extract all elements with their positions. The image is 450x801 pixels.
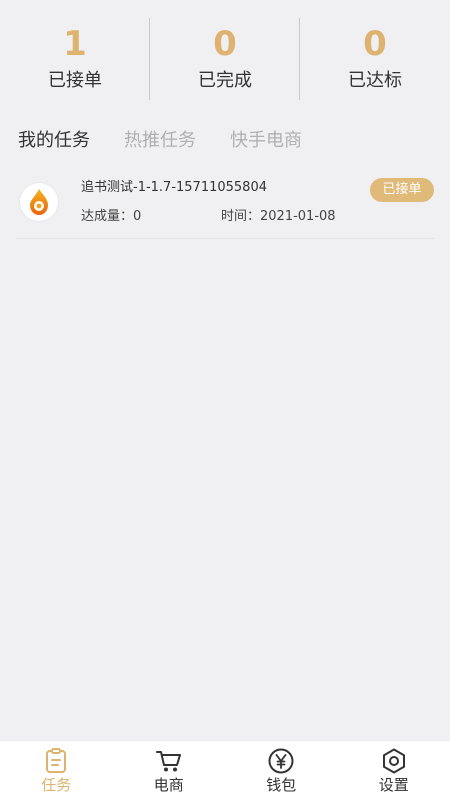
tab-my-tasks[interactable]: 我的任务: [18, 128, 90, 154]
nav-settings-label: 设置: [379, 776, 409, 794]
status-badge: 已接单: [370, 178, 434, 202]
task-time: 时间：2021-01-08: [221, 208, 336, 226]
tab-hot-tasks[interactable]: 热推任务: [124, 128, 196, 154]
stat-accepted[interactable]: 1 已接单: [0, 0, 150, 110]
nav-wallet[interactable]: 钱包: [225, 741, 338, 801]
stat-completed-label: 已完成: [198, 70, 252, 92]
stat-reached[interactable]: 0 已达标: [300, 0, 450, 110]
bottom-nav: 任务 电商 钱包 设置: [0, 740, 450, 801]
stats-summary: 1 已接单 0 已完成 0 已达标: [0, 0, 450, 110]
stat-reached-value: 0: [363, 26, 387, 62]
stat-accepted-value: 1: [63, 26, 87, 62]
task-title: 追书测试-1-1.7-15711055804: [81, 179, 267, 197]
tab-kuaishou-ecommerce[interactable]: 快手电商: [230, 128, 302, 154]
stat-accepted-label: 已接单: [48, 70, 102, 92]
nav-ecommerce-label: 电商: [154, 776, 184, 794]
nav-tasks-label: 任务: [41, 776, 71, 794]
task-achieved-count: 达成量：0: [81, 208, 141, 226]
cart-icon: [156, 748, 182, 774]
yen-icon: [268, 748, 294, 774]
hexagon-settings-icon: [381, 748, 407, 774]
stat-reached-label: 已达标: [348, 70, 402, 92]
stat-completed[interactable]: 0 已完成: [150, 0, 300, 110]
flame-logo-icon: [20, 183, 58, 221]
clipboard-icon: [43, 748, 69, 774]
nav-settings[interactable]: 设置: [338, 741, 450, 801]
nav-tasks[interactable]: 任务: [0, 741, 113, 801]
task-tabs: 我的任务 热推任务 快手电商: [18, 128, 302, 154]
nav-wallet-label: 钱包: [266, 776, 296, 794]
stat-completed-value: 0: [213, 26, 237, 62]
nav-ecommerce[interactable]: 电商: [113, 741, 226, 801]
task-list-item[interactable]: 追书测试-1-1.7-15711055804 达成量：0 时间：2021-01-…: [16, 168, 434, 239]
